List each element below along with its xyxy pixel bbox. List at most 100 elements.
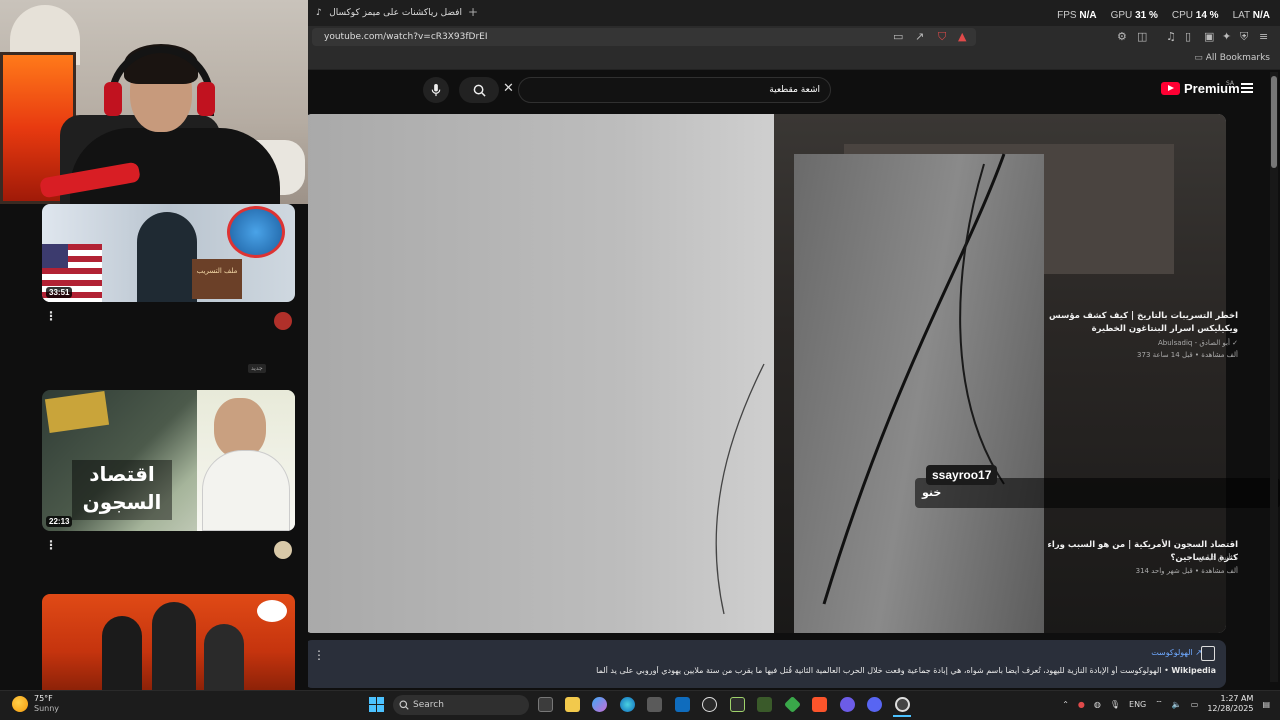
tray-chevron-icon[interactable]: ⌃ [1062,700,1069,709]
folder-graphic: ملف التسريب [192,259,242,299]
taskbar-search-label: Search [413,700,444,710]
folder-icon: ▭ [1194,53,1203,63]
caption-username: ssayroo17 [926,465,998,485]
info-panel [304,640,1226,688]
utorrent-icon[interactable] [702,697,717,712]
person-silhouette [102,616,142,690]
fps-label: FPS [1057,10,1077,21]
caption-message: خنو [922,486,942,499]
video-title[interactable]: اخطر التسريبات بالتاريخ | كيف كشف مؤسس و… [1038,310,1238,336]
language-indicator[interactable]: ENG [1129,700,1146,709]
obs-icon[interactable] [895,697,910,712]
media-icon[interactable]: ♫ [1166,30,1176,43]
discord-icon[interactable] [867,697,882,712]
copilot-icon[interactable] [592,697,607,712]
video-thumbnail[interactable]: اقتصاد السجون 22:13 [42,390,295,531]
live-chat-caption: ssayroo17 [915,464,998,485]
streamer-webcam [0,0,308,204]
person-silhouette [204,624,244,690]
youtube-play-icon [1161,82,1180,95]
gpu-value: 31 % [1135,10,1158,21]
wifi-icon[interactable]: ⌔ [1155,699,1163,709]
weather-temp: 75°F [34,694,53,703]
all-bookmarks-button[interactable]: ▭ All Bookmarks [1194,53,1270,63]
tray-mic-icon[interactable]: 🎙 [1110,700,1120,709]
video-duration: 33:51 [46,287,73,298]
battery-icon[interactable]: ▭ [1191,700,1199,709]
brave-icon[interactable] [812,697,827,712]
channel-avatar[interactable] [274,541,292,559]
share-icon[interactable]: ↗ [915,30,924,43]
app-purple-icon[interactable] [840,697,855,712]
bookmarks-bar [308,48,1280,70]
channel-name[interactable]: د. أنس عياش [1198,554,1238,562]
channel-logo-graphic [257,600,287,622]
notification-icon[interactable]: ▤ [1262,700,1270,709]
file-explorer-icon[interactable] [565,697,580,712]
start-button[interactable] [369,697,384,712]
store-icon[interactable] [647,697,662,712]
video-meta: 314 ألف مشاهدة • قبل شهر واحد [1135,567,1238,575]
weather-widget[interactable]: 75°F Sunny [12,694,59,714]
taskbar-search[interactable]: Search [393,695,529,715]
person-shirt [202,450,290,531]
sun-icon [12,696,28,712]
info-source[interactable]: Wikipedia [1171,666,1216,675]
windows-logo-icon [369,697,376,704]
browser-menu-icon[interactable]: ≡ [1259,30,1268,43]
video-duration: 22:13 [46,516,73,527]
volume-icon[interactable]: 🔈 [1172,700,1182,709]
task-view-icon[interactable] [538,697,553,712]
lat-label: LAT [1232,10,1250,21]
video-thumbnail[interactable] [42,594,295,690]
info-panel-title[interactable]: الهولوكوست ↗ [1151,648,1202,657]
search-button[interactable] [459,77,499,103]
mail-icon[interactable] [675,697,690,712]
voice-search-button[interactable] [423,77,449,103]
leo-ai-icon[interactable]: ✦ [1222,30,1231,43]
channel-avatar[interactable] [274,312,292,330]
search-input[interactable]: اشعة مقطعية [518,77,831,103]
tray-app-icon[interactable]: ● [1078,700,1085,709]
brave-shield-icon[interactable]: ⛉ [938,30,946,44]
scrollbar-thumb[interactable] [1271,76,1277,168]
cast-icon[interactable]: ▭ [893,30,903,43]
fps-value: N/A [1079,10,1097,21]
region-code: SA [1226,80,1235,87]
gold-bars-graphic [44,390,110,434]
clear-search-icon[interactable]: ✕ [503,81,514,96]
person-body [70,128,280,204]
edge-icon[interactable] [620,697,635,712]
all-bookmarks-label: All Bookmarks [1205,53,1270,63]
more-options-icon[interactable]: ⋮ [313,648,325,662]
article-icon [1201,646,1215,661]
vpn-icon[interactable]: ⛨ [1240,30,1248,44]
flag-canton [42,244,68,268]
clock[interactable]: 1:27 AM 12/28/2025 [1207,694,1253,714]
clock-date: 12/28/2025 [1207,704,1254,713]
video-thumbnail[interactable]: ملف التسريب 33:51 [42,204,295,302]
extensions-icon[interactable]: ⚙ [1117,30,1127,43]
browser-tab[interactable]: ♪ أفضل رياكشنات على ميمز كوكسال بانا [312,3,462,23]
thumbnail-text: اقتصاد السجون [72,460,172,520]
channel-name[interactable]: Abulsadiq - أبو الصادق ✓ [1158,339,1238,347]
url-field[interactable]: youtube.com/watch?v=cR3X93fDrEI [312,28,976,46]
video-frame-crack-lines [715,153,1006,615]
info-panel-text: Wikipedia • الهولوكوست أو الإبادة النازي… [596,666,1216,675]
wallet-icon[interactable]: ▣ [1204,30,1214,43]
sidebar-icon[interactable]: ▯ [1185,30,1191,43]
lat-value: N/A [1252,10,1270,21]
minecraft-icon[interactable] [757,697,772,712]
screenshot-icon[interactable]: ◫ [1137,30,1147,43]
video-options-icon[interactable]: ⋮ [45,309,57,323]
rewards-icon[interactable]: ▲ [958,30,966,43]
tray-network-app-icon[interactable]: ◍ [1094,700,1101,709]
person-silhouette [137,212,197,302]
active-app-indicator [893,715,911,717]
video-options-icon[interactable]: ⋮ [45,538,57,552]
hamburger-menu-icon[interactable] [1241,83,1253,93]
terminal-icon[interactable] [730,697,745,712]
info-body: الهولوكوست أو الإبادة النازية لليهود، تُ… [596,666,1162,675]
new-tab-button[interactable]: + [468,5,478,19]
clock-time: 1:27 AM [1220,694,1254,703]
